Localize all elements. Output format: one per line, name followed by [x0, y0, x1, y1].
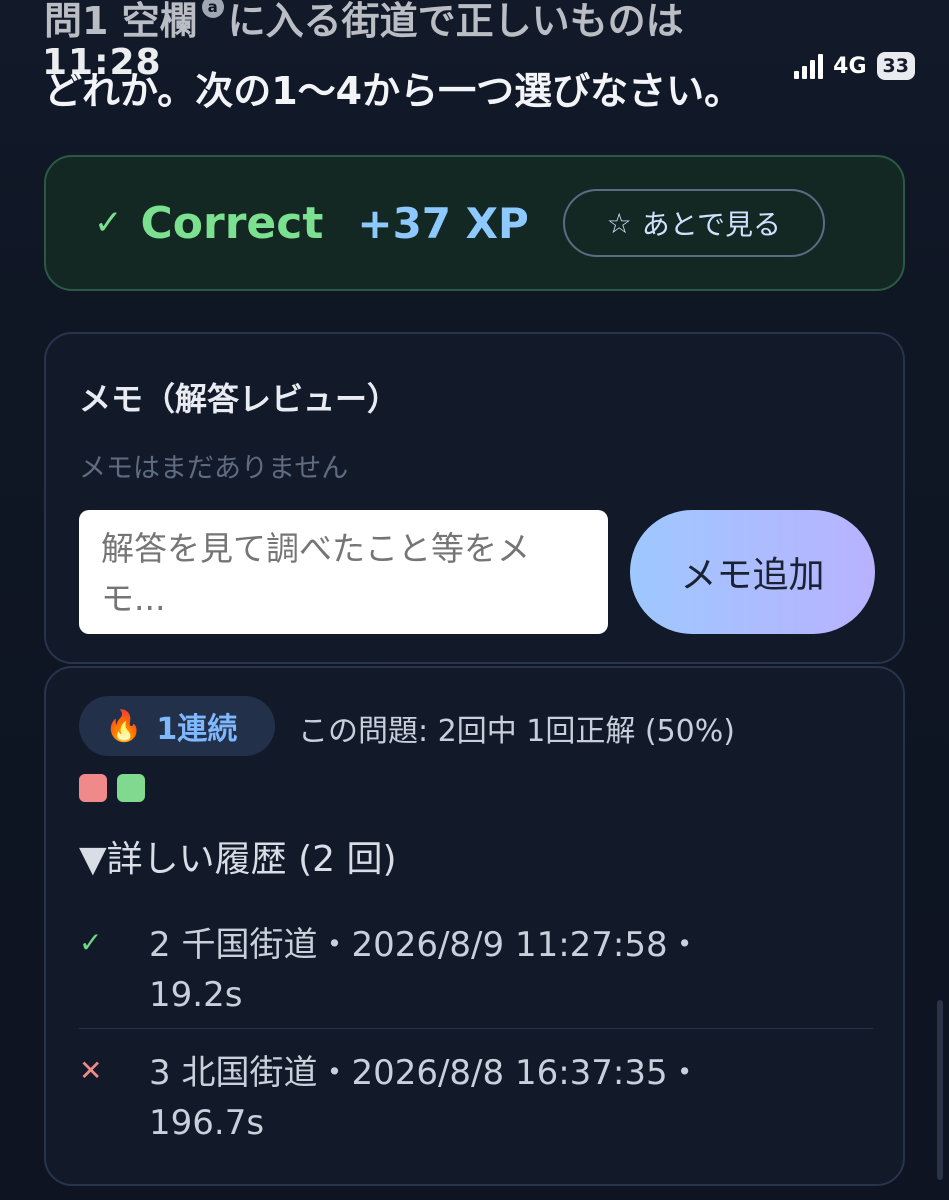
star-icon: ☆ — [606, 206, 632, 240]
attempt-dots — [79, 774, 145, 802]
memo-empty-text: メモはまだありません — [79, 453, 349, 484]
attempt-summary: この問題: 2回中 1回正解 (50%) — [298, 714, 735, 749]
review-later-button[interactable]: ☆ あとで見る — [562, 189, 825, 257]
check-icon: ✓ — [94, 203, 123, 243]
network-label: 4G — [833, 53, 867, 79]
status-indicators: 4G 33 — [794, 52, 915, 80]
battery-icon: 33 — [876, 52, 915, 80]
memo-input[interactable] — [79, 510, 608, 634]
attempt-dot-correct — [117, 774, 145, 802]
flame-icon: 🔥 — [105, 708, 143, 744]
add-memo-button[interactable]: メモ追加 — [630, 510, 875, 634]
attempt-dot-wrong — [79, 774, 107, 802]
scrollbar[interactable] — [937, 1000, 943, 1180]
streak-badge: 🔥 1連続 — [79, 696, 275, 756]
stats-card: 🔥 1連続 この問題: 2回中 1回正解 (50%) ▼詳しい履歴 (2 回) … — [44, 666, 905, 1186]
history-toggle[interactable]: ▼詳しい履歴 (2 回) — [79, 830, 397, 882]
streak-label: 1連続 — [156, 712, 238, 747]
question-line-1-rest: に入る街道で正しいものは — [227, 0, 684, 43]
status-time: 11:28 — [42, 42, 162, 83]
history-entry: 3 北国街道・2026/8/8 16:37:35・196.7s — [149, 1053, 702, 1143]
blank-marker: a — [201, 0, 224, 18]
history-entry: 2 千国街道・2026/8/9 11:27:58・19.2s — [149, 925, 702, 1015]
result-banner: ✓ Correct +37 XP ☆ あとで見る — [44, 155, 905, 291]
divider — [79, 1028, 873, 1029]
cross-icon: ✕ — [79, 1054, 103, 1087]
check-icon: ✓ — [79, 926, 103, 959]
memo-title: メモ（解答レビュー） — [79, 380, 400, 418]
xp-gain: +37 XP — [357, 198, 529, 248]
signal-icon — [794, 53, 824, 79]
question-prefix: 問1 空欄 — [44, 0, 198, 43]
memo-card: メモ（解答レビュー） メモはまだありません メモ追加 — [44, 332, 905, 664]
result-label: Correct — [140, 197, 324, 249]
quiz-result-screen: 問1 空欄 a に入る街道で正しいものは どれか。次の1～4から一つ選びなさい。 1… — [0, 0, 949, 1200]
review-later-label: あとで見る — [641, 208, 781, 241]
